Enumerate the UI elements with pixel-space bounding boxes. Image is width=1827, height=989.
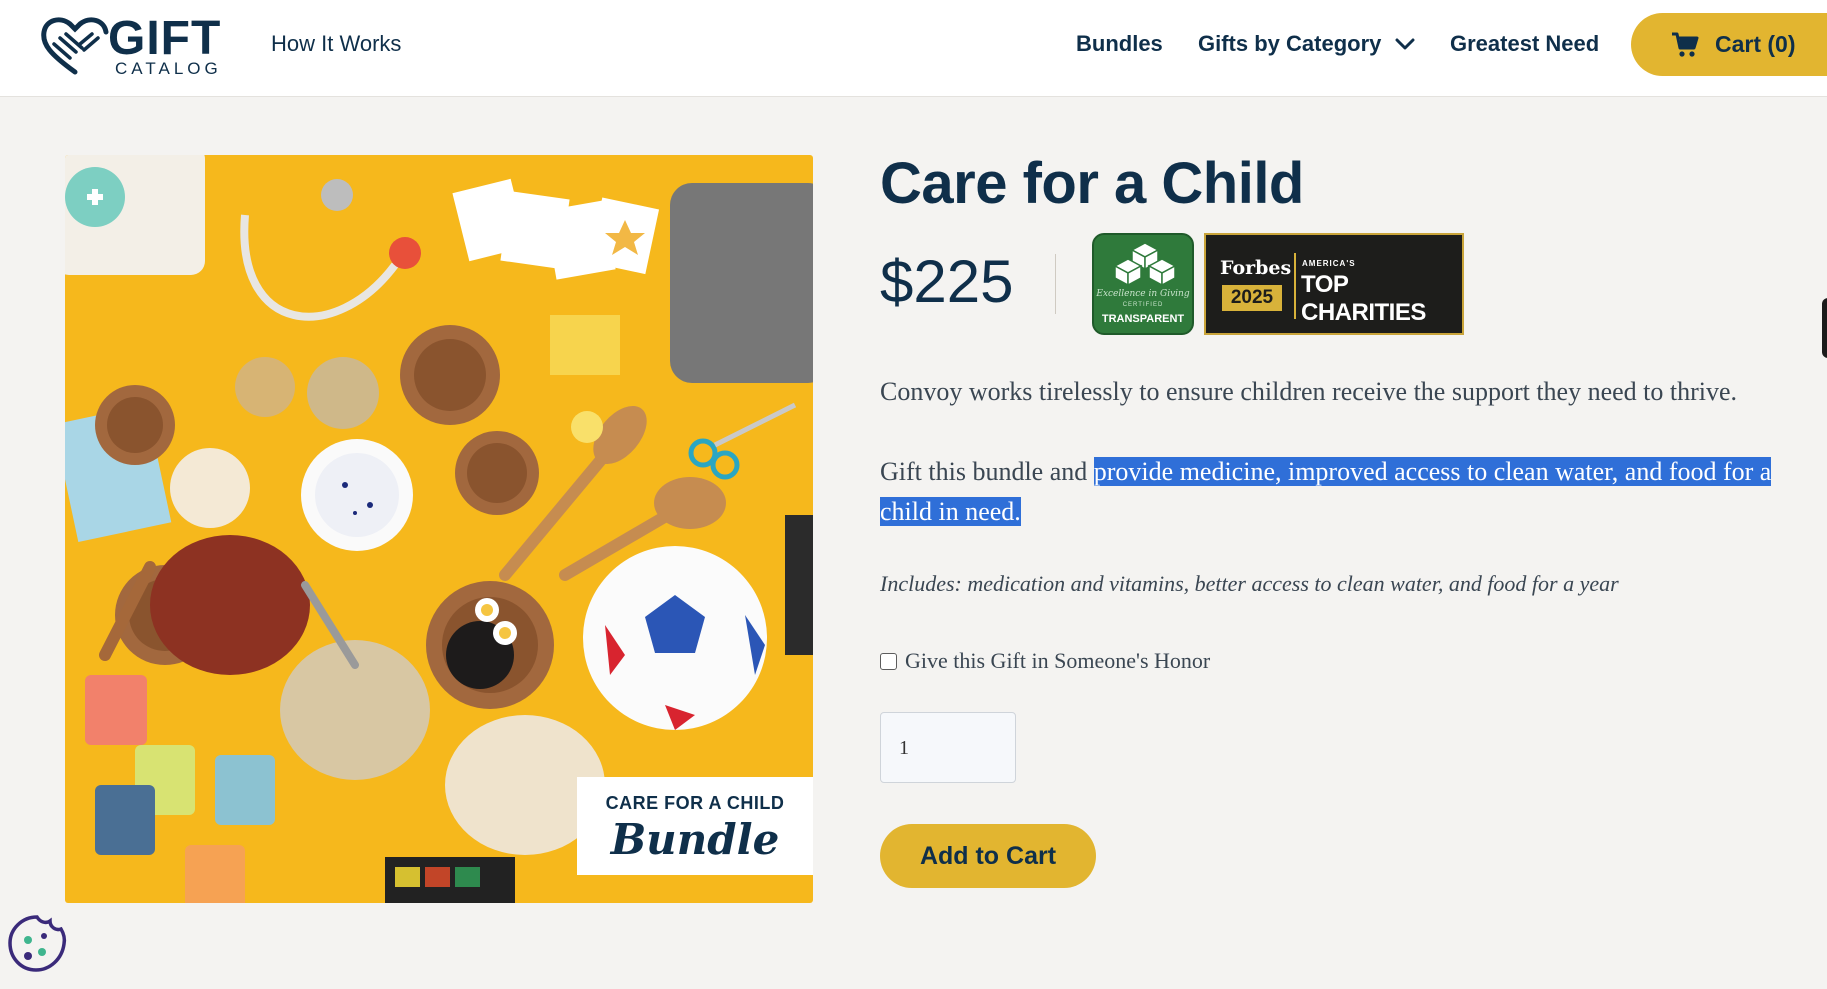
gift-description-intro: Gift this bundle and	[880, 457, 1094, 486]
chevron-down-icon	[1395, 38, 1415, 50]
honor-checkbox-label: Give this Gift in Someone's Honor	[905, 648, 1211, 673]
transparency-badge-line2: CERTIFIED	[1122, 302, 1164, 308]
forbes-line1: AMERICA'S	[1302, 259, 1356, 268]
cart-label: Cart (0)	[1715, 31, 1796, 57]
transparency-badge: Excellence in Giving CERTIFIED TRANSPARE…	[1092, 233, 1194, 335]
honor-option[interactable]: Give this Gift in Someone's Honor	[880, 648, 1210, 674]
cart-button[interactable]: Cart (0)	[1631, 13, 1827, 76]
cookie-icon	[8, 915, 67, 972]
gift-catalog-logo[interactable]: GIFT CATALOG	[40, 12, 230, 78]
nav-how-it-works[interactable]: How It Works	[271, 31, 401, 57]
forbes-brand: Forbes	[1220, 257, 1292, 279]
transparency-badge-line3: TRANSPARENT	[1101, 313, 1185, 325]
honor-checkbox[interactable]	[880, 652, 897, 670]
logo-word: GIFT	[108, 12, 222, 65]
forbes-separator	[1294, 253, 1296, 319]
quantity-input[interactable]: 1	[880, 712, 1016, 783]
cookie-settings-button[interactable]	[6, 912, 68, 974]
cubes-icon	[1113, 242, 1177, 287]
add-to-cart-button[interactable]: Add to Cart	[880, 824, 1096, 888]
nav-greatest-need[interactable]: Greatest Need	[1450, 31, 1599, 57]
forbes-top-charities-badge: Forbes 2025 AMERICA'S TOP CHARITIES	[1204, 233, 1464, 335]
product-image: CARE FOR A CHILD Bundle	[65, 155, 813, 903]
shopping-cart-icon	[1672, 32, 1699, 57]
site-header: GIFT CATALOG How It Works Bundles Gifts …	[0, 0, 1827, 97]
logo-subtitle: CATALOG	[115, 59, 222, 78]
product-description: Convoy works tirelessly to ensure childr…	[880, 377, 1738, 406]
transparency-badge-line1: Excellence in Giving	[1096, 289, 1190, 299]
forbes-year: 2025	[1222, 285, 1282, 311]
price-divider	[1055, 254, 1056, 314]
product-price: $225	[880, 248, 1014, 315]
product-title: Care for a Child	[880, 151, 1304, 216]
nav-gifts-by-category[interactable]: Gifts by Category	[1198, 31, 1415, 57]
nav-gifts-by-category-label: Gifts by Category	[1198, 31, 1382, 56]
bundle-label-card: CARE FOR A CHILD Bundle	[577, 777, 813, 875]
heart-hands-icon	[41, 17, 109, 75]
includes-text: Includes: medication and vitamins, bette…	[880, 571, 1619, 596]
bundle-card-script: Bundle	[610, 815, 780, 864]
side-feedback-tab[interactable]	[1822, 298, 1827, 358]
nav-bundles[interactable]: Bundles	[1076, 31, 1163, 57]
bundle-card-title: CARE FOR A CHILD	[605, 793, 785, 813]
forbes-line2: TOP CHARITIES	[1301, 271, 1426, 326]
gift-description: Gift this bundle and provide medicine, i…	[880, 452, 1810, 532]
